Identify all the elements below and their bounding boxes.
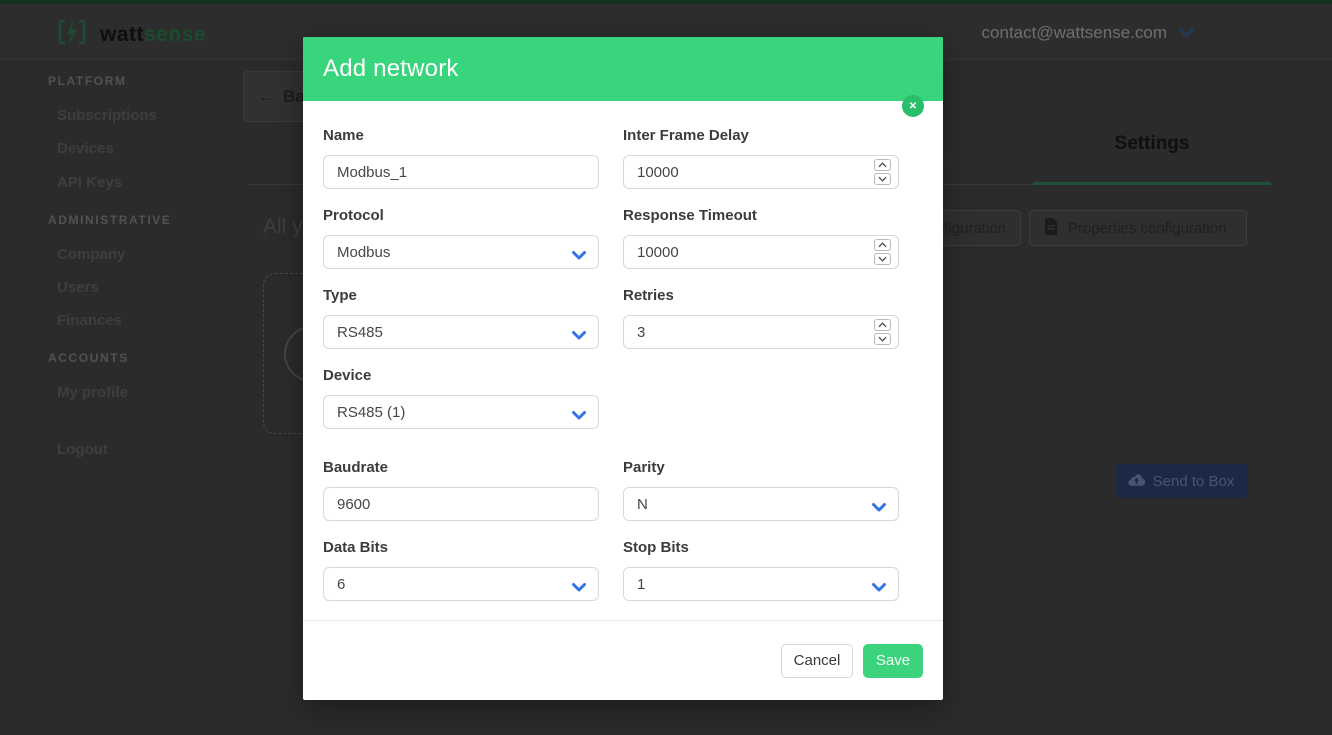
sidebar-item-my-profile[interactable]: My profile — [48, 384, 240, 401]
sidebar-section-platform: PLATFORM — [48, 74, 127, 88]
sidebar: PLATFORM Subscriptions Devices API Keys … — [0, 60, 240, 735]
sidebar-item-users[interactable]: Users — [48, 279, 240, 296]
protocol-value: Modbus — [337, 243, 391, 261]
response-timeout-spinner-down-icon[interactable] — [874, 253, 891, 265]
protocol-label: Protocol — [323, 207, 384, 224]
properties-configuration-button[interactable]: Properties configuration — [1029, 210, 1247, 246]
save-button[interactable]: Save — [863, 643, 923, 678]
device-value: RS485 (1) — [337, 403, 406, 421]
account-chevron-down-icon — [1179, 23, 1194, 43]
brand-watt: watt — [100, 22, 144, 46]
sidebar-item-logout[interactable]: Logout — [48, 441, 240, 458]
name-input[interactable] — [323, 155, 599, 189]
protocol-chevron-down-icon — [572, 247, 586, 265]
inter-frame-delay-input[interactable] — [623, 155, 899, 189]
sidebar-section-accounts: ACCOUNTS — [48, 351, 129, 365]
inter-frame-delay-label: Inter Frame Delay — [623, 127, 749, 144]
tab-settings[interactable]: Settings — [1033, 133, 1271, 155]
document-icon — [1044, 217, 1058, 239]
response-timeout-input[interactable] — [623, 235, 899, 269]
sidebar-item-company[interactable]: Company — [48, 246, 240, 263]
account-menu[interactable]: contact@wattsense.com — [982, 23, 1194, 43]
stop-bits-select[interactable]: 1 — [623, 567, 899, 601]
send-to-box-label: Send to Box — [1152, 472, 1235, 490]
stop-bits-label: Stop Bits — [623, 539, 689, 556]
retries-input[interactable] — [623, 315, 899, 349]
field-name: Name — [323, 127, 599, 189]
add-network-modal: Add network ✕ Name Inter Frame Delay — [303, 37, 943, 700]
parity-select[interactable]: N — [623, 487, 899, 521]
retries-spinner-down-icon[interactable] — [874, 333, 891, 345]
type-select[interactable]: RS485 — [323, 315, 599, 349]
field-inter-frame-delay: Inter Frame Delay — [623, 127, 899, 189]
page-heading-fragment: All y — [263, 215, 303, 238]
device-select[interactable]: RS485 (1) — [323, 395, 599, 429]
data-bits-label: Data Bits — [323, 539, 389, 556]
name-label: Name — [323, 127, 364, 144]
retries-label: Retries — [623, 287, 674, 304]
properties-configuration-label: Properties configuration — [1068, 219, 1227, 237]
sidebar-item-subscriptions[interactable]: Subscriptions — [48, 107, 240, 124]
type-value: RS485 — [337, 323, 383, 341]
response-timeout-spinner-up-icon[interactable] — [874, 239, 891, 251]
field-device: Device RS485 (1) — [323, 367, 599, 429]
parity-label: Parity — [623, 459, 665, 476]
modal-footer: Cancel Save — [303, 620, 943, 700]
type-chevron-down-icon — [572, 327, 586, 345]
cloud-upload-icon — [1127, 473, 1145, 490]
stop-bits-chevron-down-icon — [872, 579, 886, 597]
device-chevron-down-icon — [572, 407, 586, 425]
type-label: Type — [323, 287, 357, 304]
device-label: Device — [323, 367, 372, 384]
field-retries: Retries — [623, 287, 899, 349]
inter-frame-delay-spinner-up-icon[interactable] — [874, 159, 891, 171]
tab-settings-underline — [1033, 182, 1271, 185]
retries-spinner-up-icon[interactable] — [874, 319, 891, 331]
field-spacer — [623, 367, 899, 429]
close-icon[interactable]: ✕ — [902, 95, 924, 117]
modal-title: Add network — [323, 55, 459, 82]
response-timeout-label: Response Timeout — [623, 207, 757, 224]
inter-frame-delay-spinner-down-icon[interactable] — [874, 173, 891, 185]
field-data-bits: Data Bits 6 — [323, 539, 599, 601]
sidebar-item-finances[interactable]: Finances — [48, 312, 240, 329]
brand-name: wattsense — [100, 23, 206, 47]
baudrate-input[interactable] — [323, 487, 599, 521]
back-arrow-icon: ← — [258, 86, 275, 106]
cancel-button[interactable]: Cancel — [781, 643, 853, 678]
send-to-box-button[interactable]: Send to Box — [1115, 464, 1247, 498]
field-type: Type RS485 — [323, 287, 599, 349]
sidebar-item-devices[interactable]: Devices — [48, 140, 240, 157]
field-response-timeout: Response Timeout — [623, 207, 899, 269]
sidebar-section-administrative: ADMINISTRATIVE — [48, 213, 172, 227]
brand-sense: sense — [144, 22, 207, 46]
wattsense-logo-icon — [56, 17, 88, 52]
field-baudrate: Baudrate — [323, 459, 599, 521]
field-protocol: Protocol Modbus — [323, 207, 599, 269]
page: wattsense contact@wattsense.com PLATFORM… — [0, 0, 1332, 735]
brand: wattsense — [56, 17, 206, 52]
modal-body: Name Inter Frame Delay — [303, 101, 943, 620]
sidebar-item-api-keys[interactable]: API Keys — [48, 174, 240, 191]
baudrate-label: Baudrate — [323, 459, 389, 476]
data-bits-select[interactable]: 6 — [323, 567, 599, 601]
protocol-select[interactable]: Modbus — [323, 235, 599, 269]
field-parity: Parity N — [623, 459, 899, 521]
data-bits-value: 6 — [337, 575, 346, 593]
stop-bits-value: 1 — [637, 575, 646, 593]
modal-header: Add network ✕ — [303, 37, 943, 117]
parity-value: N — [637, 495, 648, 513]
parity-chevron-down-icon — [872, 499, 886, 517]
account-email: contact@wattsense.com — [981, 23, 1167, 42]
data-bits-chevron-down-icon — [572, 579, 586, 597]
field-stop-bits: Stop Bits 1 — [623, 539, 899, 601]
